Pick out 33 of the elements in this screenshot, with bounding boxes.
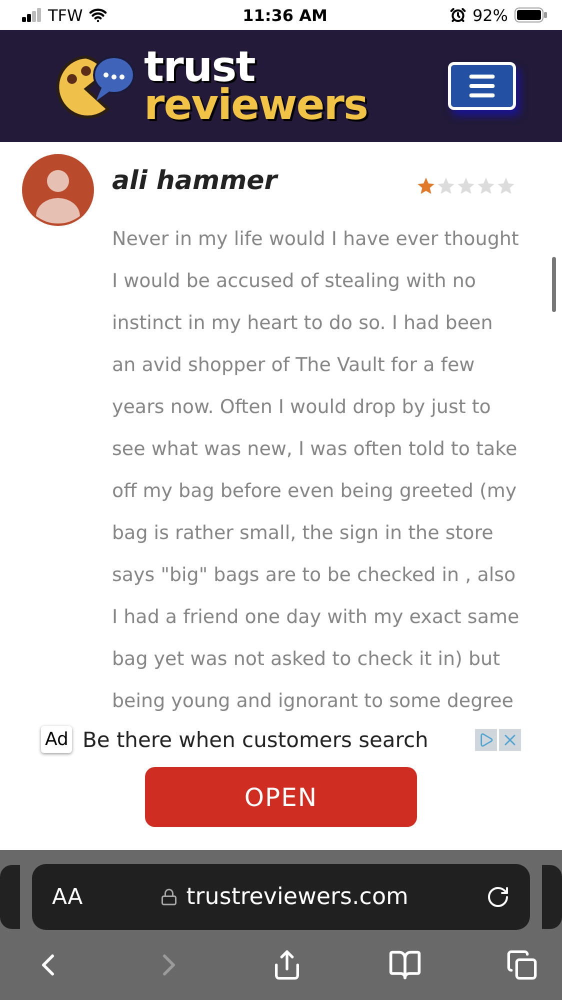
logo-text: trust: [144, 48, 255, 86]
battery-icon: [514, 7, 548, 23]
wifi-icon: [88, 6, 107, 24]
lock-icon: [160, 888, 178, 906]
clock-time: 11:36 AM: [242, 6, 328, 24]
battery-percent: 92%: [472, 6, 508, 24]
close-icon[interactable]: [499, 728, 521, 750]
star-icon: [456, 176, 476, 196]
tab-preview-edge[interactable]: [0, 865, 20, 929]
star-icon: [496, 176, 516, 196]
open-button[interactable]: OPEN: [145, 767, 417, 827]
alarm-icon: [450, 7, 466, 23]
text-size-button[interactable]: AA: [52, 884, 83, 910]
tab-preview-edge[interactable]: [542, 865, 562, 929]
menu-button[interactable]: [448, 62, 516, 110]
ad-headline: Be there when customers search: [82, 728, 430, 752]
star-icon: [416, 176, 436, 196]
tabs-icon[interactable]: [506, 949, 538, 981]
url-text: trustreviewers.com: [186, 884, 408, 910]
reviewer-name: ali hammer: [112, 166, 278, 196]
bookmarks-icon[interactable]: [388, 948, 422, 982]
address-bar[interactable]: AA trustreviewers.com: [32, 864, 530, 930]
scrollbar: [552, 257, 556, 312]
logo-text: reviewers: [144, 86, 368, 124]
review-text: Never in my life would I have ever thought I would be accused of stealing with no instinct in my heart to do so. I had been an avid shopper of The Vault for a few years now. Often I would drop by just to see what was new, I was often told to take off my bag before even being greeted (my bag is rather small, the sign in the store says "big" bags are to be checked in , also I had a friend one day with my exact same bag yet was not asked to check it in) but being young and ignorant to some degree: [112, 227, 520, 714]
reload-icon[interactable]: [486, 885, 510, 909]
star-icon: [476, 176, 496, 196]
star-icon: [436, 176, 456, 196]
carrier-name: TFW: [48, 6, 83, 24]
signal-icon: [22, 8, 42, 22]
ad-info-icon[interactable]: [475, 728, 497, 750]
ad-badge: Ad: [41, 726, 72, 753]
avatar-icon: [22, 154, 94, 226]
